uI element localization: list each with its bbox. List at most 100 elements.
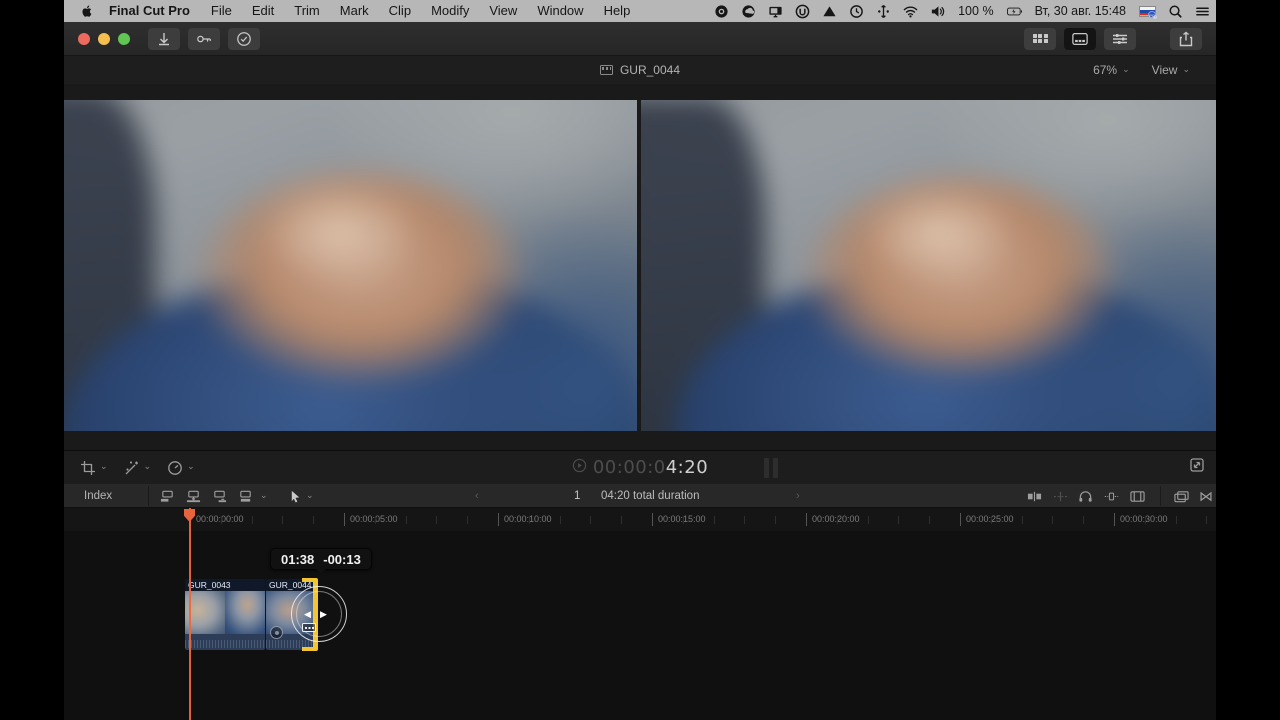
ruler-tick-label: 00:00:00:00 (196, 514, 244, 524)
viewer-clip-title: GUR_0044 (620, 63, 680, 77)
window-controls (78, 33, 130, 45)
tool-menu-button[interactable] (288, 484, 303, 508)
creative-cloud-icon[interactable] (735, 0, 762, 22)
ruler-minor-tick (621, 516, 622, 524)
viewer-title-group: GUR_0044 (64, 63, 1216, 77)
connect-edit-icon (160, 490, 175, 503)
fcp-toolbar (64, 22, 1216, 56)
ruler-tick-label: 00:00:20:00 (812, 514, 860, 524)
bowtie-button[interactable]: ⋈ (1199, 484, 1213, 508)
viewer-view-label: View (1152, 63, 1178, 77)
next-sequence-button[interactable]: › (796, 484, 800, 508)
show-timeline-button[interactable] (1064, 28, 1096, 50)
ruler-major-tick (652, 513, 653, 526)
ruler-minor-tick (590, 516, 591, 524)
menu-edit[interactable]: Edit (242, 0, 284, 22)
trim-bracket-top-arm (302, 578, 315, 582)
show-browser-button[interactable] (1024, 28, 1056, 50)
input-language-flag[interactable]: РС (1133, 0, 1162, 22)
edit-point[interactable] (265, 579, 266, 650)
close-window-button[interactable] (78, 33, 90, 45)
ruler-minor-tick (406, 516, 407, 524)
insert-edit-icon (186, 490, 201, 503)
chevron-down-icon[interactable]: ⌄ (260, 483, 268, 507)
menu-help[interactable]: Help (594, 0, 641, 22)
viewer-view-menu[interactable]: View ⌄ (1152, 63, 1190, 77)
backup-triangle-icon[interactable] (816, 0, 843, 22)
spotlight-icon[interactable] (1162, 0, 1189, 22)
ruler-minor-tick (529, 516, 530, 524)
menu-trim[interactable]: Trim (284, 0, 330, 22)
zoom-window-button[interactable] (118, 33, 130, 45)
menu-modify[interactable]: Modify (421, 0, 479, 22)
timeline-ruler[interactable]: 00:00:00:0000:00:05:0000:00:10:0000:00:1… (64, 508, 1216, 531)
battery-icon[interactable] (1001, 0, 1028, 22)
overwrite-edit-button[interactable] (238, 484, 253, 508)
transport-bar: ⌄ ⌄ ⌄ 00:00:04:20 (64, 450, 1216, 484)
audio-meters[interactable] (764, 458, 778, 478)
ruler-minor-tick (1206, 516, 1207, 524)
display-icon[interactable] (762, 0, 789, 22)
grid-icon (1033, 34, 1048, 44)
utorrent-icon[interactable] (789, 0, 816, 22)
solo-toggle[interactable] (1104, 484, 1119, 508)
background-tasks-button[interactable] (228, 28, 260, 50)
ruler-tick-label: 00:00:25:00 (966, 514, 1014, 524)
menu-clip[interactable]: Clip (379, 0, 421, 22)
menu-app-name[interactable]: Final Cut Pro (98, 0, 201, 22)
ruler-minor-tick (282, 516, 283, 524)
show-inspector-button[interactable] (1104, 28, 1136, 50)
record-circle-icon[interactable] (708, 0, 735, 22)
skimming-toggle[interactable] (1053, 484, 1068, 508)
ruler-minor-tick (714, 516, 715, 524)
timeline-clip-1[interactable]: GUR_0043 (185, 579, 265, 650)
check-circle-icon (236, 31, 252, 47)
notification-center-icon[interactable] (1189, 0, 1216, 22)
play-circle-icon (572, 457, 587, 478)
timeline-body[interactable]: GUR_0043 GUR_0044 (64, 531, 1216, 720)
timeline-history-button[interactable] (1174, 484, 1189, 508)
toolbar-divider (1160, 486, 1161, 506)
menu-window[interactable]: Window (527, 0, 593, 22)
previous-sequence-button[interactable]: ‹ (475, 484, 479, 508)
import-media-button[interactable] (148, 28, 180, 50)
menu-view[interactable]: View (479, 0, 527, 22)
trim-duration-tooltip: 01:38 -00:13 (270, 548, 372, 570)
timeline-view-icon (1072, 31, 1088, 47)
insert-edit-button[interactable] (186, 484, 201, 508)
trim-icon (1027, 490, 1042, 503)
trim-tool-toggle[interactable] (1027, 484, 1042, 508)
viewer-zoom-menu[interactable]: 67% ⌄ (1093, 63, 1130, 77)
ruler-major-tick (498, 513, 499, 526)
menubar-clock[interactable]: Вт, 30 авг. 15:48 (1028, 0, 1133, 22)
snapping-toggle[interactable] (1130, 484, 1145, 508)
sequence-number: 1 (574, 484, 580, 508)
window-manager-icon[interactable] (870, 0, 897, 22)
share-button[interactable] (1170, 28, 1202, 50)
apple-menu[interactable] (76, 3, 98, 19)
chevron-right-icon: › (796, 490, 800, 502)
chevron-down-icon[interactable]: ⌄ (306, 483, 314, 507)
macos-menubar: Final Cut Pro FileEditTrimMarkClipModify… (64, 0, 1216, 22)
keyword-editor-button[interactable] (188, 28, 220, 50)
volume-icon[interactable] (924, 0, 951, 22)
time-machine-icon[interactable] (843, 0, 870, 22)
wifi-icon[interactable] (897, 0, 924, 22)
ruler-minor-tick (868, 516, 869, 524)
minimize-window-button[interactable] (98, 33, 110, 45)
ruler-minor-tick (560, 516, 561, 524)
append-edit-button[interactable] (212, 484, 227, 508)
audio-skimming-toggle[interactable] (1078, 484, 1093, 508)
playhead-line[interactable] (189, 508, 191, 720)
tooltip-delta: -00:13 (323, 552, 361, 567)
connect-edit-button[interactable] (160, 484, 175, 508)
clip-badge[interactable] (270, 626, 283, 639)
viewer-zoom-value: 67% (1093, 63, 1117, 77)
menu-file[interactable]: File (201, 0, 242, 22)
menu-mark[interactable]: Mark (330, 0, 379, 22)
battery-percent[interactable]: 100 % (951, 0, 1000, 22)
index-button[interactable]: Index (84, 484, 112, 508)
share-icon (1178, 31, 1194, 47)
playhead-pin[interactable] (184, 509, 195, 522)
ruler-tick-label: 00:00:05:00 (350, 514, 398, 524)
